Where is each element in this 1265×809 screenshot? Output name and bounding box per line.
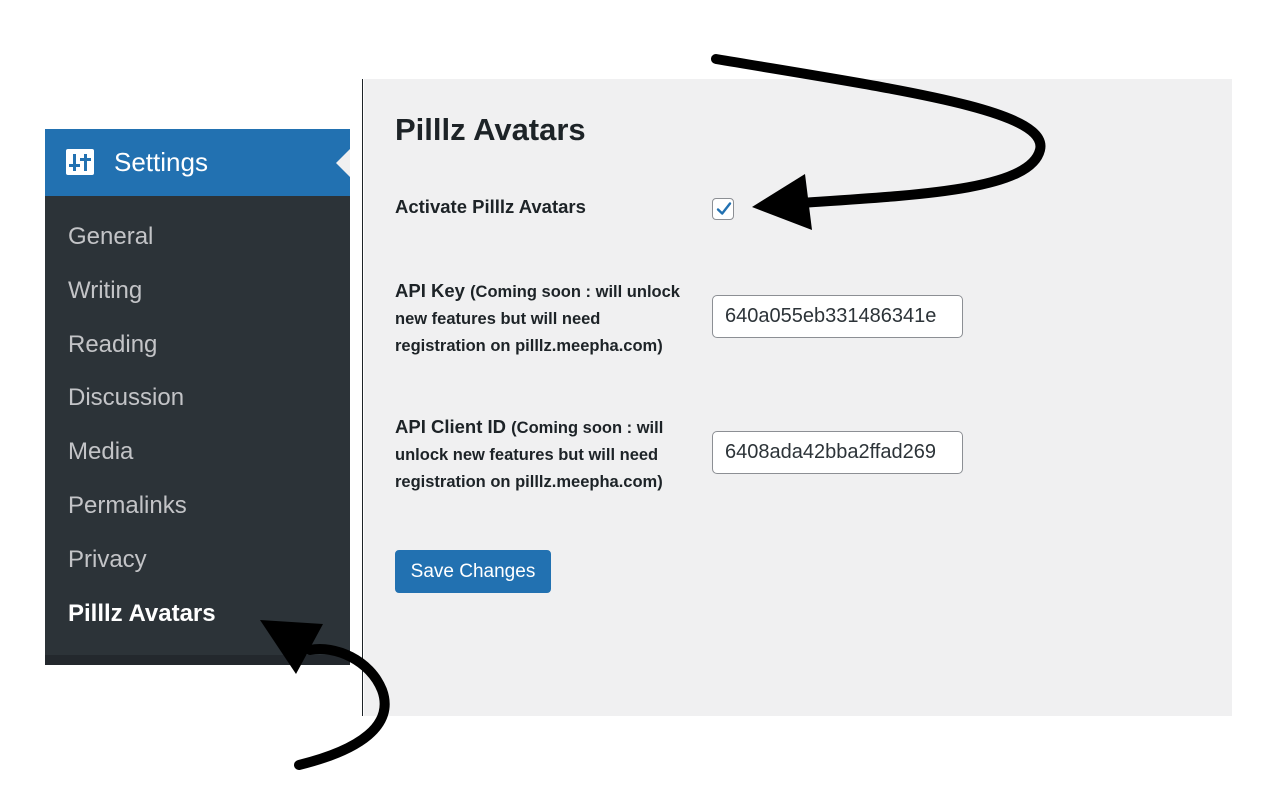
api-key-label: API Key (Coming soon : will unlock new f… — [395, 278, 695, 359]
submenu-item-media[interactable]: Media — [68, 437, 133, 467]
settings-menu-header[interactable]: Settings — [45, 129, 350, 196]
sidebar-footer-strip — [45, 655, 350, 665]
settings-icon — [66, 149, 94, 175]
checkmark-icon — [716, 202, 732, 215]
screenshot-stage: Settings General Writing Reading Discuss… — [0, 0, 1265, 809]
api-client-id-input[interactable] — [712, 431, 963, 474]
api-client-id-label: API Client ID (Coming soon : will unlock… — [395, 414, 695, 495]
submenu-item-pilllz-avatars[interactable]: Pilllz Avatars — [68, 599, 216, 629]
api-key-label-text: API Key — [395, 280, 465, 301]
api-client-id-label-text: API Client ID — [395, 416, 507, 437]
submenu-item-writing[interactable]: Writing — [68, 276, 142, 306]
content-divider — [362, 79, 363, 716]
submenu-item-reading[interactable]: Reading — [68, 330, 157, 360]
submenu-item-general[interactable]: General — [68, 222, 153, 252]
submenu-item-privacy[interactable]: Privacy — [68, 545, 147, 575]
submenu-item-discussion[interactable]: Discussion — [68, 383, 184, 413]
submenu-item-permalinks[interactable]: Permalinks — [68, 491, 187, 521]
activate-label-text: Activate Pilllz Avatars — [395, 196, 586, 217]
active-menu-notch — [336, 149, 350, 177]
page-title: Pilllz Avatars — [395, 112, 586, 147]
activate-label: Activate Pilllz Avatars — [395, 194, 695, 220]
api-key-input[interactable] — [712, 295, 963, 338]
settings-menu-label: Settings — [114, 147, 208, 177]
save-changes-button[interactable]: Save Changes — [395, 550, 551, 593]
settings-panel: Pilllz Avatars Activate Pilllz Avatars A… — [364, 79, 1232, 716]
admin-sidebar: Settings General Writing Reading Discuss… — [45, 129, 350, 665]
activate-checkbox[interactable] — [712, 198, 734, 220]
